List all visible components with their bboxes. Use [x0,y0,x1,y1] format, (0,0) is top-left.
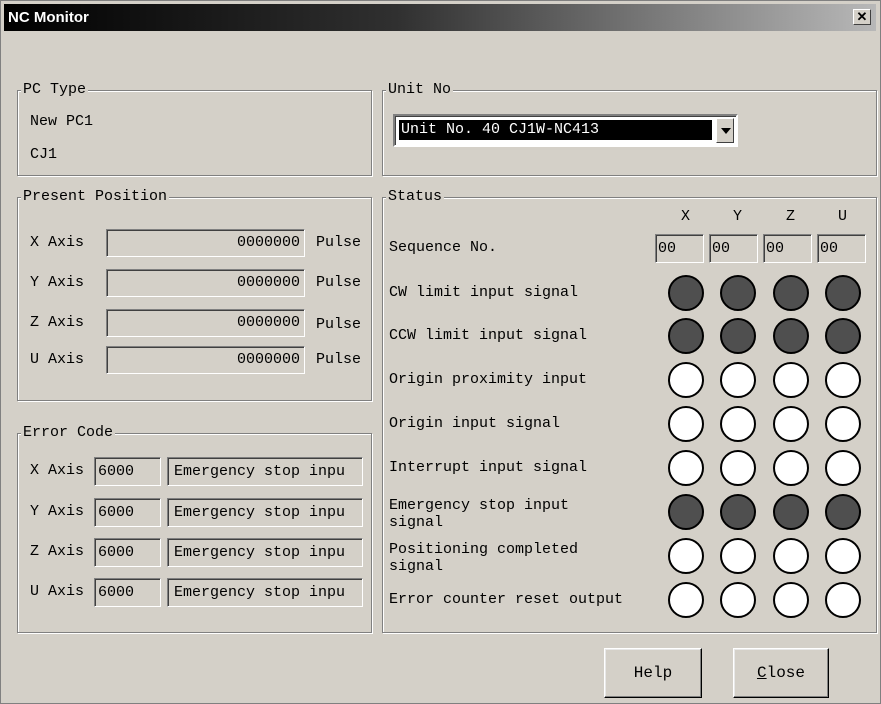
unit-no-legend: Unit No [386,81,454,99]
close-button[interactable]: Close [733,648,829,698]
status-led-y [720,450,756,486]
error-message-field: Emergency stop inpu [167,457,363,486]
status-led-u [825,275,861,311]
status-led-u [825,582,861,618]
position-unit-label: Pulse [316,234,362,251]
status-led-u [825,318,861,354]
unit-no-selected-value: Unit No. 40 CJ1W-NC413 [399,120,712,140]
axis-header-y: Y [733,208,743,225]
axis-header-u: U [838,208,848,225]
status-led-u [825,538,861,574]
position-axis-label: U Axis [30,351,85,368]
status-signal-label: CW limit input signal [389,284,579,301]
position-unit-label: Pulse [316,316,362,333]
status-led-z [773,275,809,311]
present-position-legend: Present Position [21,188,170,206]
position-value-field: 0000000 [106,309,305,337]
axis-header-x: X [681,208,691,225]
pc-type-series: CJ1 [30,146,58,163]
error-code-field: 6000 [94,538,161,567]
pc-type-legend: PC Type [21,81,89,99]
status-signal-label: Error counter reset output [389,591,624,608]
error-message-field: Emergency stop inpu [167,578,363,607]
status-led-z [773,406,809,442]
status-led-x [668,538,704,574]
help-button[interactable]: Help [604,648,702,698]
status-signal-label: Interrupt input signal [389,459,588,476]
status-led-y [720,538,756,574]
status-led-x [668,450,704,486]
close-mnemonic: C [756,664,767,682]
position-axis-label: X Axis [30,234,85,251]
unit-no-select[interactable]: Unit No. 40 CJ1W-NC413 [393,114,738,147]
status-led-y [720,494,756,530]
position-unit-label: Pulse [316,274,362,291]
status-led-x [668,362,704,398]
pc-type-group: PC Type [17,81,372,176]
position-axis-label: Z Axis [30,314,85,331]
sequence-no-field: 00 [817,234,866,263]
sequence-no-field: 00 [655,234,704,263]
status-led-z [773,582,809,618]
error-code-field: 6000 [94,457,161,486]
error-axis-label: X Axis [30,462,85,479]
error-code-field: 6000 [94,498,161,527]
sequence-no-field: 00 [709,234,758,263]
status-signal-label-line2: signal [389,514,444,531]
window-title: NC Monitor [8,9,89,26]
status-led-z [773,318,809,354]
title-bar[interactable]: NC Monitor ✕ [4,4,876,31]
error-axis-label: Z Axis [30,543,85,560]
sequence-no-field: 00 [763,234,812,263]
error-message-field: Emergency stop inpu [167,538,363,567]
nc-monitor-window: NC Monitor ✕ PC Type New PC1 CJ1 Unit No… [0,0,881,704]
error-code-field: 6000 [94,578,161,607]
status-led-x [668,406,704,442]
position-value-field: 0000000 [106,346,305,374]
status-led-x [668,582,704,618]
position-axis-label: Y Axis [30,274,85,291]
status-led-z [773,362,809,398]
axis-header-z: Z [786,208,796,225]
error-axis-label: Y Axis [30,503,85,520]
close-window-icon[interactable]: ✕ [853,9,871,25]
status-led-y [720,406,756,442]
error-message-field: Emergency stop inpu [167,498,363,527]
status-signal-label: Emergency stop input [389,497,570,514]
status-led-y [720,318,756,354]
status-led-y [720,275,756,311]
status-led-u [825,494,861,530]
status-led-z [773,538,809,574]
status-led-u [825,362,861,398]
status-led-x [668,275,704,311]
position-value-field: 0000000 [106,269,305,297]
status-signal-label: Origin proximity input [389,371,588,388]
pc-type-name: New PC1 [30,113,94,130]
status-signal-label: CCW limit input signal [389,327,588,344]
error-axis-label: U Axis [30,583,85,600]
status-led-x [668,494,704,530]
status-led-u [825,450,861,486]
status-signal-label: Positioning completed [389,541,579,558]
status-led-z [773,450,809,486]
sequence-no-label: Sequence No. [389,239,498,256]
status-led-y [720,362,756,398]
close-label-rest: lose [766,664,805,682]
status-signal-label-line2: signal [389,558,444,575]
position-value-field: 0000000 [106,229,305,257]
error-code-legend: Error Code [21,424,116,442]
dropdown-arrow-icon[interactable] [716,118,734,143]
status-led-u [825,406,861,442]
status-led-y [720,582,756,618]
status-signal-label: Origin input signal [389,415,561,432]
position-unit-label: Pulse [316,351,362,368]
status-legend: Status [386,188,445,206]
status-led-x [668,318,704,354]
status-led-z [773,494,809,530]
